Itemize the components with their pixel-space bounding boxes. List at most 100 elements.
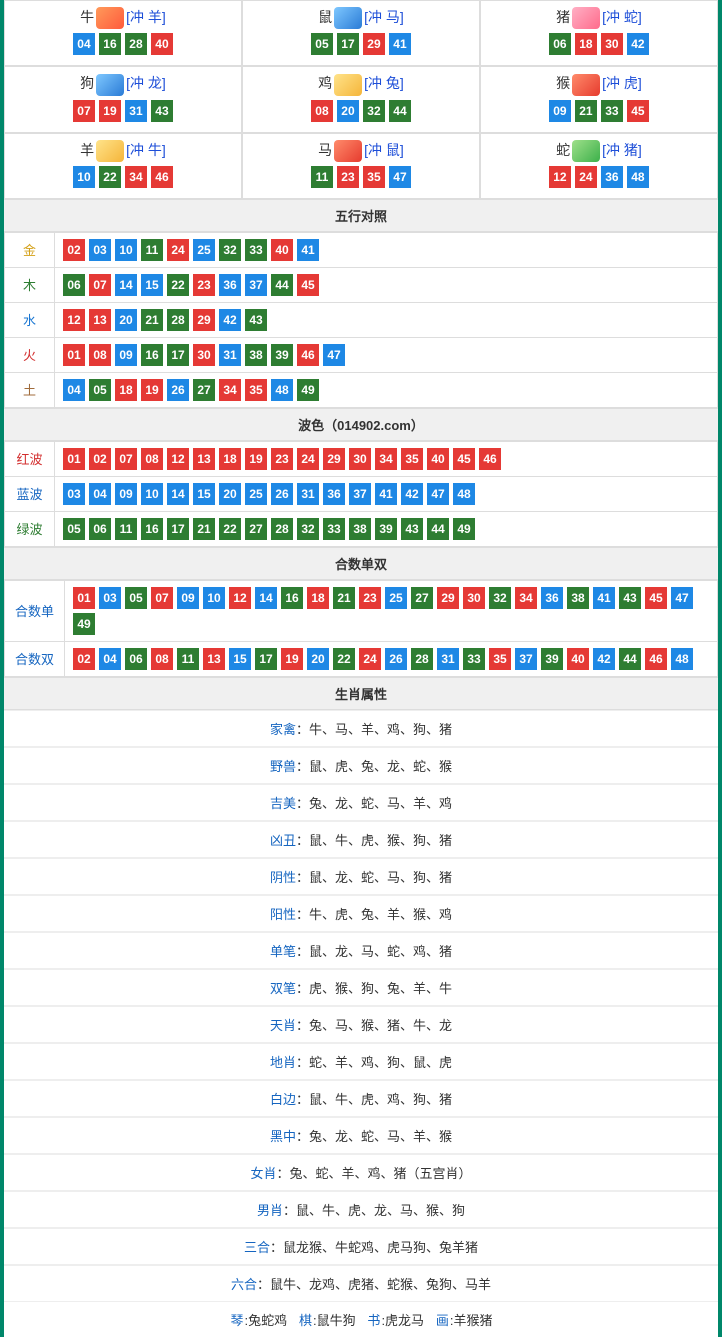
attr-key: 野兽 [270, 759, 296, 774]
number-ball: 02 [89, 448, 111, 470]
number-ball: 09 [115, 344, 137, 366]
four-key: 书 [367, 1313, 380, 1328]
row-balls: 0108091617303138394647 [55, 337, 718, 372]
number-ball: 05 [311, 33, 333, 55]
number-ball: 28 [411, 648, 433, 670]
attr-value: ：鼠、牛、虎、鸡、狗、猪 [296, 1092, 452, 1107]
number-ball: 30 [601, 33, 623, 55]
bose-header: 波色（014902.com） [4, 408, 718, 441]
attr-row: 野兽：鼠、虎、兔、龙、蛇、猴 [4, 747, 718, 784]
attr-row: 男肖：鼠、牛、虎、龙、马、猴、狗 [4, 1191, 718, 1228]
number-ball: 23 [271, 448, 293, 470]
number-ball: 37 [349, 483, 371, 505]
attr-key: 三合 [244, 1240, 270, 1255]
number-ball: 33 [245, 239, 267, 261]
number-ball: 19 [141, 379, 163, 401]
number-ball: 14 [255, 587, 277, 609]
attr-value: ：蛇、羊、鸡、狗、鼠、虎 [296, 1055, 452, 1070]
number-ball: 25 [245, 483, 267, 505]
number-ball: 20 [337, 100, 359, 122]
attr-row: 六合：鼠牛、龙鸡、虎猪、蛇猴、兔狗、马羊 [4, 1265, 718, 1302]
attr-value: ：兔、龙、蛇、马、羊、鸡 [296, 796, 452, 811]
number-ball: 43 [619, 587, 641, 609]
zodiac-icon [96, 7, 124, 29]
row-balls: 1213202128294243 [55, 302, 718, 337]
number-ball: 20 [115, 309, 137, 331]
row-label: 火 [5, 337, 55, 372]
number-ball: 12 [549, 166, 571, 188]
four-value: :鼠牛狗 [313, 1313, 356, 1328]
table-row: 木06071415222336374445 [5, 267, 718, 302]
number-ball: 12 [167, 448, 189, 470]
number-ball: 32 [297, 518, 319, 540]
number-ball: 42 [401, 483, 423, 505]
number-ball: 27 [193, 379, 215, 401]
attr-key: 阴性 [270, 870, 296, 885]
zodiac-name: 马 [318, 142, 332, 158]
attr-row: 白边：鼠、牛、虎、鸡、狗、猪 [4, 1080, 718, 1117]
table-row: 火0108091617303138394647 [5, 337, 718, 372]
number-ball: 17 [167, 344, 189, 366]
number-ball: 43 [401, 518, 423, 540]
number-ball: 16 [99, 33, 121, 55]
attr-row: 阳性：牛、虎、兔、羊、猴、鸡 [4, 895, 718, 932]
number-ball: 31 [297, 483, 319, 505]
number-ball: 47 [427, 483, 449, 505]
attr-key: 凶丑 [270, 833, 296, 848]
number-ball: 33 [601, 100, 623, 122]
number-ball: 01 [63, 448, 85, 470]
attr-row: 地肖：蛇、羊、鸡、狗、鼠、虎 [4, 1043, 718, 1080]
number-ball: 29 [363, 33, 385, 55]
number-ball: 39 [375, 518, 397, 540]
number-ball: 06 [125, 648, 147, 670]
number-ball: 23 [337, 166, 359, 188]
zodiac-name: 猴 [556, 75, 570, 91]
attr-row: 单笔：鼠、龙、马、蛇、鸡、猪 [4, 932, 718, 969]
number-ball: 39 [271, 344, 293, 366]
number-ball: 01 [63, 344, 85, 366]
number-ball: 29 [323, 448, 345, 470]
zodiac-cell: 猪[冲 蛇]06183042 [480, 0, 718, 66]
number-ball: 16 [281, 587, 303, 609]
number-ball: 37 [515, 648, 537, 670]
number-ball: 24 [359, 648, 381, 670]
number-ball: 45 [453, 448, 475, 470]
zodiac-conflict: [冲 龙] [126, 75, 166, 91]
attr-value: ：兔、龙、蛇、马、羊、猴 [296, 1129, 452, 1144]
zodiac-conflict: [冲 鼠] [364, 142, 404, 158]
zodiac-cell: 羊[冲 牛]10223446 [4, 133, 242, 199]
attr-value: ：鼠、牛、虎、龙、马、猴、狗 [283, 1203, 465, 1218]
zodiac-cell: 鼠[冲 马]05172941 [242, 0, 480, 66]
number-ball: 36 [323, 483, 345, 505]
number-ball: 30 [349, 448, 371, 470]
attr-key: 阳性 [270, 907, 296, 922]
four-key: 棋 [299, 1313, 312, 1328]
number-ball: 03 [63, 483, 85, 505]
number-ball: 20 [307, 648, 329, 670]
number-ball: 46 [645, 648, 667, 670]
table-row: 土04051819262734354849 [5, 372, 718, 407]
zodiac-icon [96, 74, 124, 96]
attr-key: 双笔 [270, 981, 296, 996]
number-ball: 10 [73, 166, 95, 188]
attr-key: 吉美 [270, 796, 296, 811]
attr-row: 黑中：兔、龙、蛇、马、羊、猴 [4, 1117, 718, 1154]
number-ball: 21 [141, 309, 163, 331]
number-ball: 46 [297, 344, 319, 366]
number-ball: 34 [219, 379, 241, 401]
number-ball: 05 [63, 518, 85, 540]
wuxing-header: 五行对照 [4, 199, 718, 232]
four-key: 琴 [230, 1313, 243, 1328]
number-ball: 32 [219, 239, 241, 261]
zodiac-cell: 蛇[冲 猪]12243648 [480, 133, 718, 199]
number-ball: 18 [575, 33, 597, 55]
number-ball: 13 [89, 309, 111, 331]
heshu-table: 合数单0103050709101214161821232527293032343… [4, 580, 718, 677]
attr-value: ：鼠、虎、兔、龙、蛇、猴 [296, 759, 452, 774]
zodiac-name: 鼠 [318, 9, 332, 25]
number-ball: 19 [99, 100, 121, 122]
attr-key: 六合 [231, 1277, 257, 1292]
number-ball: 34 [125, 166, 147, 188]
number-ball: 40 [151, 33, 173, 55]
number-ball: 09 [115, 483, 137, 505]
